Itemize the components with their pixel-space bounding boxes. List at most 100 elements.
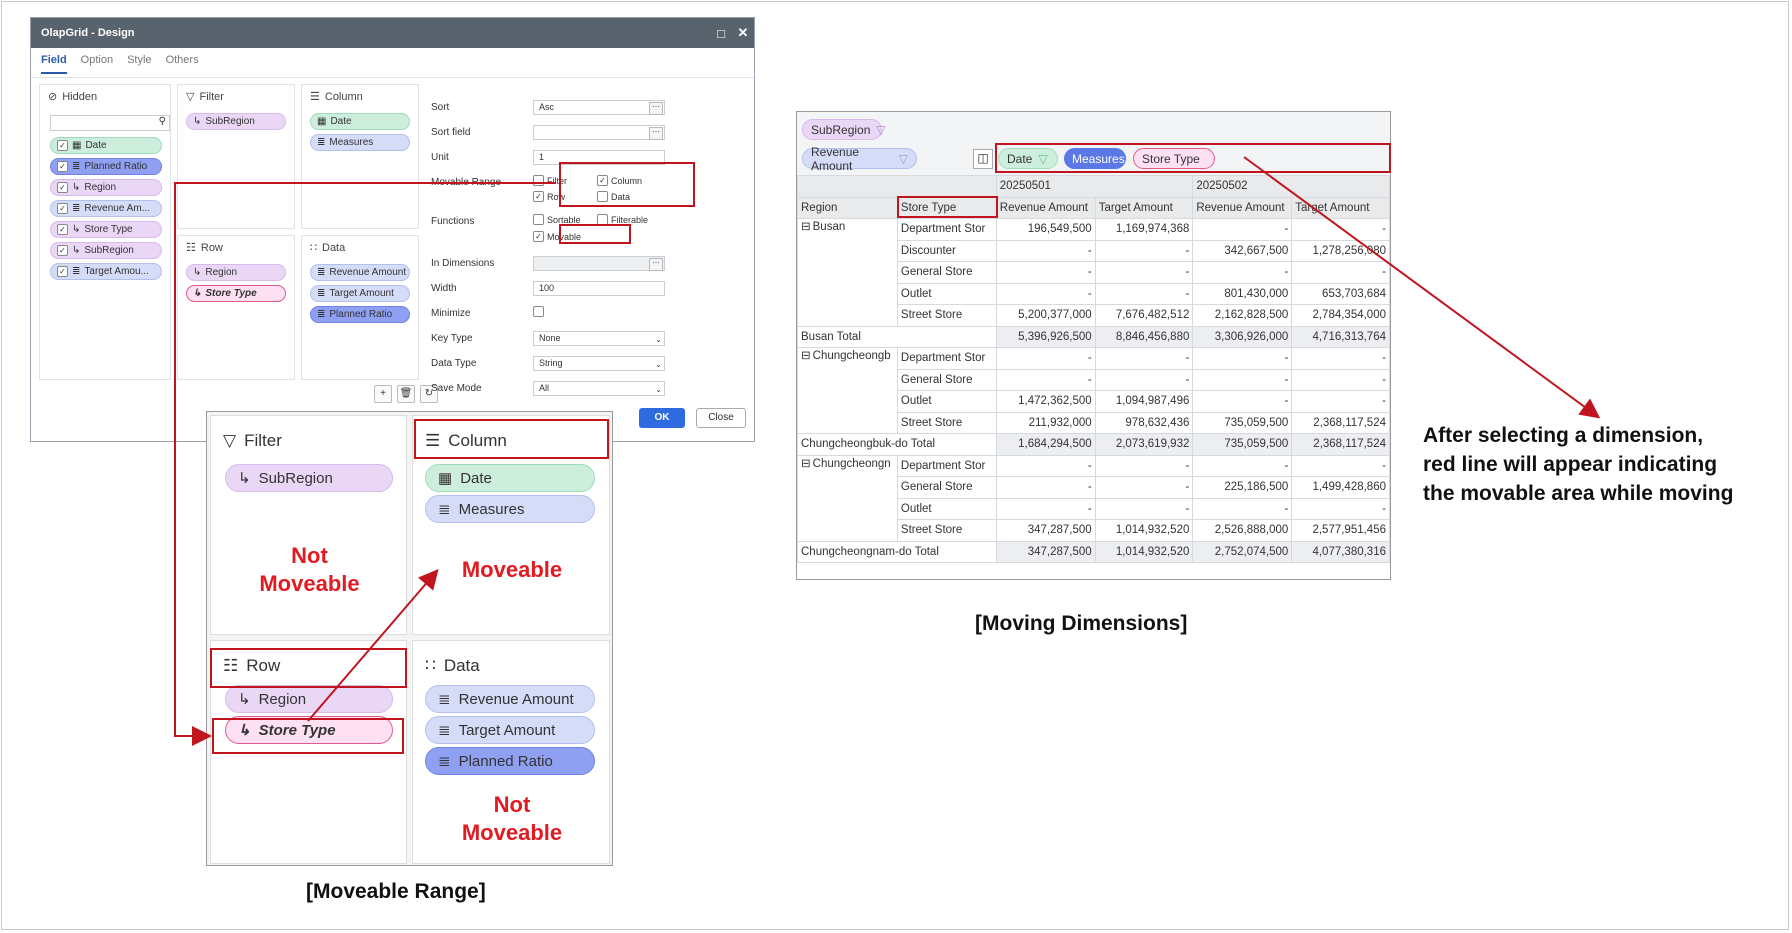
save-mode-select[interactable]: All ⌄ — [533, 381, 665, 396]
pill-label: Measures — [458, 500, 525, 518]
row-item-store-type[interactable]: ↳ Store Type — [186, 285, 286, 302]
value-cell: - — [1094, 454, 1194, 477]
width-label: Width — [431, 283, 457, 294]
data-item-planned-ratio[interactable]: ≣ Planned Ratio — [310, 306, 410, 323]
date-header[interactable]: 20250501 — [995, 175, 1194, 198]
close-button[interactable]: Close — [696, 408, 746, 428]
zoom-data-label: Data — [443, 656, 480, 675]
zoom-filter-label: Filter — [244, 431, 282, 450]
value-cell: - — [1192, 218, 1293, 241]
hidden-item-planned-ratio[interactable]: ✓ ≣ Planned Ratio — [50, 158, 162, 175]
width-input[interactable]: 100 — [533, 281, 665, 296]
filter-icon[interactable]: ▽ — [876, 123, 885, 137]
hidden-item-label: SubRegion — [84, 245, 134, 256]
value-cell: 801,430,000 — [1192, 282, 1293, 305]
filter-icon[interactable]: ▽ — [899, 152, 908, 166]
number-icon: ≣ — [438, 501, 451, 518]
value-cell: - — [1291, 261, 1390, 284]
data-type-select[interactable]: String ⌄ — [533, 356, 665, 371]
zoom-data-target[interactable]: ≣ Target Amount — [425, 716, 595, 744]
checkbox[interactable]: ✓ — [57, 140, 68, 151]
hidden-item-store-type[interactable]: ✓ ↳ Store Type — [50, 221, 162, 238]
in-dimensions-input[interactable]: ⋯ — [533, 256, 665, 271]
value-cell: 1,278,256,080 — [1291, 239, 1390, 262]
measure-header[interactable]: Revenue Amount — [1192, 196, 1293, 219]
value-cell: 196,549,500 — [995, 218, 1096, 241]
collapse-icon[interactable]: ⊟ — [801, 221, 811, 233]
tab-style[interactable]: Style — [127, 54, 151, 74]
zoom-filter-subregion[interactable]: ↳ SubRegion — [225, 464, 393, 492]
hidden-item-date[interactable]: ✓ ▦ Date — [50, 137, 162, 154]
value-cell: 1,499,428,860 — [1291, 476, 1390, 499]
close-icon[interactable]: ✕ — [732, 25, 754, 41]
zoom-row-region[interactable]: ↳ Region — [225, 685, 393, 713]
region-cell[interactable]: ⊟ Busan — [797, 218, 898, 327]
value-cell: - — [1094, 282, 1194, 305]
hidden-item-subregion[interactable]: ✓ ↳ SubRegion — [50, 242, 162, 259]
minimize-checkbox[interactable] — [533, 306, 544, 317]
pill-label: Revenue Amount — [329, 267, 407, 278]
zoom-column-measures[interactable]: ≣ Measures — [425, 495, 595, 523]
pill-label: Planned Ratio — [458, 752, 553, 770]
data-item-target-amount[interactable]: ≣ Target Amount — [310, 285, 410, 302]
ok-button[interactable]: OK — [639, 408, 685, 428]
measure-header[interactable]: Target Amount — [1291, 196, 1390, 219]
data-item-revenue-amount[interactable]: ≣ Revenue Amount — [310, 264, 410, 281]
zoom-data-revenue[interactable]: ≣ Revenue Amount — [425, 685, 595, 713]
store-type-cell: Street Store — [896, 519, 997, 542]
total-value-cell: 2,752,074,500 — [1192, 540, 1293, 563]
maximize-icon[interactable]: □ — [710, 26, 732, 41]
delete-button[interactable]: 🗑 — [397, 385, 415, 403]
number-icon: ≣ — [317, 137, 326, 148]
calendar-icon: ▦ — [72, 140, 82, 151]
region-label: Chungcheongn — [812, 457, 891, 470]
note-line: red line will appear indicating — [1423, 453, 1718, 476]
column-icon: ☰ — [310, 91, 320, 103]
measure-header[interactable]: Revenue Amount — [995, 196, 1096, 219]
hidden-item-revenue-amount[interactable]: ✓ ≣ Revenue Am... — [50, 200, 162, 217]
more-icon[interactable]: ⋯ — [649, 258, 663, 271]
hidden-search-input[interactable]: ⚲ — [50, 115, 170, 131]
sort-field-value[interactable]: ⋯ — [533, 125, 665, 140]
hidden-pane-label: Hidden — [62, 90, 98, 103]
add-button[interactable]: + — [374, 385, 392, 403]
filter-item-subregion[interactable]: ↳ SubRegion — [186, 113, 286, 130]
region-cell[interactable]: ⊟ Chungcheongb — [797, 347, 898, 434]
row-item-region[interactable]: ↳ Region — [186, 264, 286, 281]
hidden-item-region[interactable]: ✓ ↳ Region — [50, 179, 162, 196]
column-item-date[interactable]: ▦ Date — [310, 113, 410, 130]
measure-header[interactable]: Target Amount — [1094, 196, 1194, 219]
column-pane-label: Column — [324, 90, 363, 103]
tab-others[interactable]: Others — [166, 54, 199, 74]
total-value-cell: 2,368,117,524 — [1291, 433, 1390, 456]
tab-option[interactable]: Option — [81, 54, 113, 74]
pill-label: Measures — [329, 137, 374, 148]
region-cell[interactable]: ⊟ Chungcheongn — [797, 454, 898, 542]
sort-field-input[interactable]: Asc ⋯ — [533, 100, 665, 115]
moveable-note: Moveable — [461, 557, 563, 582]
pill-label: SubRegion — [258, 469, 333, 487]
tab-divider — [31, 77, 754, 78]
total-value-cell: 4,077,380,316 — [1291, 540, 1390, 563]
more-icon[interactable]: ⋯ — [649, 127, 663, 140]
store-type-header-highlight — [897, 196, 998, 218]
grid-filter-subregion[interactable]: SubRegion ▽ — [802, 119, 886, 140]
sort-label: Sort — [431, 102, 450, 113]
zoom-column-date[interactable]: ▦ Date — [425, 464, 595, 492]
row-header-region[interactable]: Region — [797, 196, 898, 219]
collapse-icon[interactable]: ⊟ — [801, 350, 811, 362]
value-cell: 1,014,932,520 — [1094, 519, 1194, 542]
grid-data-field[interactable]: Revenue Amount ▽ — [802, 145, 917, 173]
row-pane-label: Row — [200, 241, 223, 254]
date-header[interactable]: 20250502 — [1192, 175, 1390, 198]
key-type-select[interactable]: None ⌄ — [533, 331, 665, 346]
tab-field[interactable]: Field — [41, 54, 67, 74]
value-cell: 2,526,888,000 — [1192, 519, 1293, 542]
layout-toggle-icon[interactable]: ◫ — [973, 149, 993, 169]
zoom-data-planned-ratio[interactable]: ≣ Planned Ratio — [425, 747, 595, 775]
more-icon[interactable]: ⋯ — [649, 102, 663, 115]
value-cell: - — [1094, 239, 1194, 262]
hidden-item-target-amount[interactable]: ✓ ≣ Target Amou... — [50, 263, 162, 280]
collapse-icon[interactable]: ⊟ — [801, 458, 811, 470]
column-item-measures[interactable]: ≣ Measures — [310, 134, 410, 151]
